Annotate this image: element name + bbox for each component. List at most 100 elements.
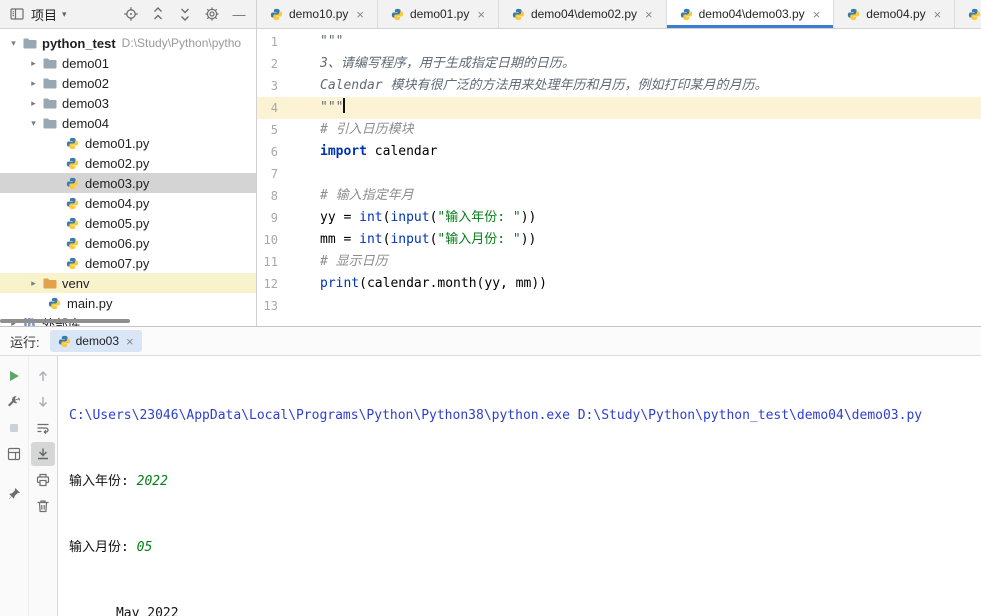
chevron-down-icon[interactable]: ▾ [26, 118, 41, 129]
tree-item-label: demo02.py [85, 155, 150, 171]
project-tool-window-icon [8, 5, 26, 23]
editor-line: 12 print(calendar.month(yy, mm)) [257, 273, 981, 295]
project-tree[interactable]: ▾ python_test D:\Study\Python\pytho ▸ de… [0, 29, 257, 326]
main-area: ▾ python_test D:\Study\Python\pytho ▸ de… [0, 29, 981, 326]
python-file-icon [270, 8, 283, 21]
console-command-line: C:\Users\23046\AppData\Local\Programs\Py… [69, 408, 923, 423]
tab-close-icon[interactable]: × [934, 8, 942, 21]
code-text[interactable]: 3、请编写程序，用于生成指定日期的日历。 [291, 53, 981, 75]
run-panel-title: 运行: [10, 334, 40, 350]
code-text[interactable]: import calendar [291, 141, 981, 163]
tree-item-demo04[interactable]: ▾ demo04 [0, 113, 256, 133]
tree-item-demo07-py[interactable]: demo07.py [0, 253, 256, 273]
run-console-output[interactable]: C:\Users\23046\AppData\Local\Programs\Py… [59, 356, 981, 616]
code-text[interactable]: # 引入日历模块 [291, 119, 981, 141]
stop-button[interactable] [2, 416, 26, 440]
tree-item-venv[interactable]: ▸ venv [0, 273, 256, 293]
settings-gear-icon[interactable] [203, 5, 221, 23]
chevron-right-icon[interactable]: ▸ [26, 98, 41, 109]
python-file-icon [64, 237, 81, 250]
pin-icon[interactable] [2, 482, 26, 506]
chevron-right-icon[interactable]: ▸ [26, 78, 41, 89]
tab-close-icon[interactable]: × [477, 8, 485, 21]
chevron-right-icon[interactable]: ▸ [26, 278, 41, 289]
python-file-icon [64, 257, 81, 270]
tab-close-icon[interactable]: × [356, 8, 364, 21]
editor-tab-demo04-demo03-active[interactable]: demo04\demo03.py × [666, 0, 835, 28]
code-text[interactable]: # 输入指定年月 [291, 185, 981, 207]
tab-close-icon[interactable]: × [813, 8, 821, 21]
project-panel-header: 项目 ▾ — [0, 0, 257, 28]
run-tab-demo03[interactable]: demo03 × [49, 330, 142, 352]
tree-item-demo05-py[interactable]: demo05.py [0, 213, 256, 233]
line-number[interactable]: 4 [257, 97, 291, 119]
code-text[interactable] [291, 163, 981, 185]
chevron-down-icon[interactable]: ▾ [6, 38, 21, 49]
editor-line: 5 # 引入日历模块 [257, 119, 981, 141]
line-number[interactable]: 12 [257, 273, 291, 295]
tree-item-demo02-py[interactable]: demo02.py [0, 153, 256, 173]
line-number[interactable]: 6 [257, 141, 291, 163]
line-number[interactable]: 8 [257, 185, 291, 207]
tab-label: demo01.py [409, 7, 470, 21]
editor-tab-demo10[interactable]: demo10.py × [257, 0, 378, 28]
print-icon[interactable] [31, 468, 55, 492]
build-wrench-icon[interactable] [2, 390, 26, 414]
chevron-right-icon[interactable]: ▸ [26, 58, 41, 69]
hide-panel-icon[interactable]: — [230, 5, 248, 23]
tree-item-demo01[interactable]: ▸ demo01 [0, 53, 256, 73]
soft-wrap-icon[interactable] [31, 416, 55, 440]
tab-close-icon[interactable]: × [645, 8, 653, 21]
tree-horizontal-scrollbar[interactable] [0, 319, 130, 323]
line-number[interactable]: 3 [257, 75, 291, 97]
tab-label: demo04\demo03.py [698, 7, 805, 21]
restore-layout-icon[interactable] [2, 442, 26, 466]
line-number[interactable]: 13 [257, 295, 291, 317]
down-stack-trace-icon[interactable] [31, 390, 55, 414]
collapse-all-icon[interactable] [176, 5, 194, 23]
console-line: May 2022 [69, 606, 179, 616]
code-editor[interactable]: 1 """ 2 3、请编写程序，用于生成指定日期的日历。 3 Calendar … [257, 29, 981, 326]
line-number[interactable]: 1 [257, 31, 291, 53]
editor-tab-demo01[interactable]: demo01.py × [378, 0, 499, 28]
line-number[interactable]: 2 [257, 53, 291, 75]
expand-all-icon[interactable] [149, 5, 167, 23]
line-number[interactable]: 9 [257, 207, 291, 229]
line-number[interactable]: 5 [257, 119, 291, 141]
code-text[interactable]: yy = int(input("输入年份: ")) [291, 207, 981, 229]
project-panel-title: 项目 [31, 7, 58, 23]
editor-tab-truncated[interactable]: de × [955, 0, 981, 28]
line-number[interactable]: 7 [257, 163, 291, 185]
scroll-to-end-icon[interactable] [31, 442, 55, 466]
tree-item-demo04-py[interactable]: demo04.py [0, 193, 256, 213]
locate-opened-file-icon[interactable] [122, 5, 140, 23]
up-stack-trace-icon[interactable] [31, 364, 55, 388]
line-number[interactable]: 10 [257, 229, 291, 251]
rerun-button[interactable] [2, 364, 26, 388]
code-text[interactable]: mm = int(input("输入月份: ")) [291, 229, 981, 251]
tree-item-demo03[interactable]: ▸ demo03 [0, 93, 256, 113]
line-number[interactable]: 11 [257, 251, 291, 273]
tree-item-python-test[interactable]: ▾ python_test D:\Study\Python\pytho [0, 33, 256, 53]
tree-item-demo06-py[interactable]: demo06.py [0, 233, 256, 253]
tree-item-demo01-py[interactable]: demo01.py [0, 133, 256, 153]
code-text[interactable]: # 显示日历 [291, 251, 981, 273]
editor-tab-demo04-demo02[interactable]: demo04\demo02.py × [499, 0, 667, 28]
code-text[interactable] [291, 295, 981, 317]
code-text[interactable]: Calendar 模块有很广泛的方法用来处理年历和月历，例如打印某月的月历。 [291, 75, 981, 97]
code-text[interactable]: """ [291, 97, 981, 119]
chevron-down-icon[interactable]: ▾ [62, 9, 67, 20]
clear-all-trash-icon[interactable] [31, 494, 55, 518]
tree-item-demo03-py-selected[interactable]: demo03.py [0, 173, 256, 193]
tree-item-demo02[interactable]: ▸ demo02 [0, 73, 256, 93]
tree-item-main-py[interactable]: main.py [0, 293, 256, 313]
editor-tab-demo04[interactable]: demo04.py × [834, 0, 956, 28]
python-file-icon [680, 8, 693, 21]
console-line: 输入月份: 05 [69, 540, 153, 555]
run-tab-close-icon[interactable]: × [126, 335, 134, 348]
code-text[interactable]: """ [291, 31, 981, 53]
tree-item-label: demo04.py [85, 195, 150, 211]
code-text[interactable]: print(calendar.month(yy, mm)) [291, 273, 981, 295]
editor-line: 13 [257, 295, 981, 317]
editor-line: 9 yy = int(input("输入年份: ")) [257, 207, 981, 229]
